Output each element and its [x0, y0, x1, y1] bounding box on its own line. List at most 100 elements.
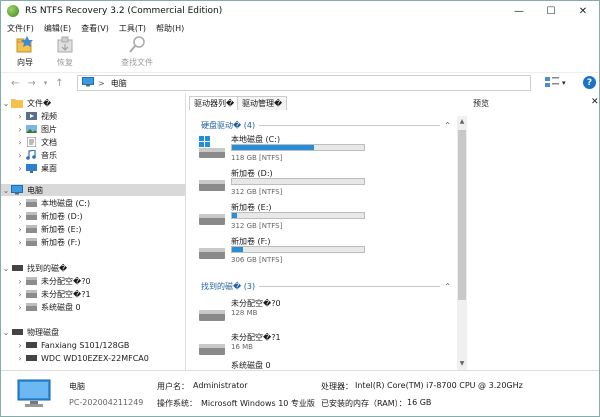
wizard-button[interactable]: 向导 — [7, 35, 43, 68]
scroll-down-arrow-icon[interactable]: ▼ — [457, 360, 467, 368]
found-item-system-disk[interactable]: 系统磁盘 0 — [199, 360, 379, 370]
chevron-down-icon[interactable]: ⌄ — [1, 99, 11, 108]
usage-bar — [231, 246, 365, 253]
ram-label: 已安装的内存（RAM）： — [321, 399, 407, 408]
chevron-up-icon[interactable]: ⌃ — [444, 121, 451, 130]
tree-drive-d[interactable]: › 新加卷 (D:) — [1, 210, 185, 222]
tree-found-unalloc-0[interactable]: › 未分配空�?0 — [1, 275, 185, 287]
tree-item-pictures[interactable]: › 图片 — [1, 123, 185, 135]
found-item-unalloc-0[interactable]: 未分配空�?0 128 MB — [199, 298, 379, 332]
tree-item-music[interactable]: › 音乐 — [1, 149, 185, 161]
dropdown-chevron-icon[interactable]: ▾ — [44, 79, 48, 87]
chevron-right-icon[interactable]: › — [15, 125, 25, 134]
chevron-right-icon[interactable]: › — [15, 303, 25, 312]
disk-icon — [25, 353, 37, 363]
forward-arrow-icon[interactable]: → — [27, 78, 35, 89]
chevron-right-icon[interactable]: › — [15, 225, 25, 234]
scroll-thumb[interactable] — [458, 130, 466, 300]
drive-size: 128 MB — [231, 309, 258, 317]
os-value: Microsoft Windows 10 专业版 — [201, 399, 315, 408]
usage-bar — [231, 212, 365, 219]
close-button[interactable]: ✕ — [567, 1, 599, 21]
address-bar[interactable]: > 电脑 — [77, 75, 531, 91]
chevron-up-icon[interactable]: ⌃ — [444, 282, 451, 291]
tree-node-files[interactable]: ⌄ 文件� — [1, 97, 185, 109]
chevron-down-icon[interactable]: ⌄ — [1, 328, 11, 337]
folder-icon — [11, 98, 23, 108]
find-files-button[interactable]: 查找文件 — [107, 35, 167, 68]
desktop-icon — [25, 163, 37, 173]
chevron-right-icon[interactable]: › — [15, 138, 25, 147]
chevron-right-icon[interactable]: › — [15, 290, 25, 299]
drive-item-d[interactable]: 新加卷 (D:) 312 GB [NTFS] — [199, 168, 379, 202]
hard-drive-icon — [25, 237, 37, 247]
up-arrow-icon[interactable]: ↑ — [55, 78, 63, 89]
scroll-up-arrow-icon[interactable]: ▲ — [457, 118, 467, 126]
menu-tools[interactable]: 工具(T) — [119, 23, 146, 34]
video-icon — [25, 111, 37, 121]
back-arrow-icon[interactable]: ← — [11, 78, 19, 89]
chevron-right-icon[interactable]: › — [15, 238, 25, 247]
tab-drive-manager[interactable]: 驱动管理� — [237, 96, 288, 110]
tab-drive-list[interactable]: 驱动器列� — [189, 96, 240, 110]
maximize-button[interactable]: ☐ — [535, 1, 567, 21]
chevron-right-icon[interactable]: › — [15, 341, 25, 350]
ram-value: 16 GB — [407, 398, 432, 407]
section-divider — [259, 285, 441, 287]
hard-drive-icon — [25, 224, 37, 234]
title-bar[interactable]: RS NTFS Recovery 3.2 (Commercial Edition… — [1, 1, 599, 21]
disk-icon — [25, 340, 37, 350]
tree-item-desktop[interactable]: › 桌面 — [1, 162, 185, 174]
tree-drive-f[interactable]: › 新加卷 (F:) — [1, 236, 185, 248]
tree-found-unalloc-1[interactable]: › 未分配空�?1 — [1, 288, 185, 300]
drive-item-c[interactable]: 本地磁盘 (C:) 118 GB [NTFS] — [199, 134, 379, 168]
nav-arrows: ← → ▾ ↑ — [1, 78, 79, 89]
music-icon — [25, 150, 37, 160]
menu-view[interactable]: 查看(V) — [81, 23, 109, 34]
section-found-disks[interactable]: 找到的磁� (3) ⌃ — [201, 281, 451, 291]
cpu-value: Intel(R) Core(TM) i7-8700 CPU @ 3.20GHz — [355, 381, 523, 390]
windows-drive-icon — [199, 136, 225, 158]
drive-item-e[interactable]: 新加卷 (E:) 312 GB [NTFS] — [199, 202, 379, 236]
minimize-button[interactable]: — — [503, 1, 535, 21]
tree-item-videos[interactable]: › 视频 — [1, 110, 185, 122]
tree-drive-e[interactable]: › 新加卷 (E:) — [1, 223, 185, 235]
tree-node-physical-disks[interactable]: ⌄ 物理磁盘 — [1, 326, 185, 338]
app-logo-icon — [7, 5, 19, 17]
hard-drive-icon — [199, 308, 225, 322]
menu-file[interactable]: 文件(F) — [7, 23, 34, 34]
os-label: 操作系统： — [157, 399, 197, 408]
vertical-scrollbar[interactable]: ▲ ▼ — [457, 116, 467, 370]
hard-drive-icon — [199, 246, 225, 260]
restore-button[interactable]: 恢复 — [47, 35, 83, 68]
chevron-right-icon[interactable]: › — [15, 354, 25, 363]
tree-found-system-disk[interactable]: › 系统磁盘 0 — [1, 301, 185, 313]
section-hard-drives[interactable]: 硬盘驱动� (4) ⌃ — [201, 120, 451, 130]
tree-node-computer[interactable]: ⌄ 电脑 — [1, 184, 185, 196]
menu-edit[interactable]: 编辑(E) — [44, 23, 71, 34]
tree-physical-fanxiang[interactable]: › Fanxiang S101/128GB — [1, 339, 185, 351]
help-icon[interactable]: ? — [583, 76, 596, 89]
chevron-right-icon[interactable]: › — [15, 212, 25, 221]
picture-icon — [25, 124, 37, 134]
chevron-right-icon[interactable]: › — [15, 164, 25, 173]
menu-help[interactable]: 帮助(H) — [156, 23, 184, 34]
tree-drive-c[interactable]: › 本地磁盘 (C:) — [1, 197, 185, 209]
usage-fill — [232, 247, 243, 252]
hard-drive-icon — [25, 276, 37, 286]
drive-size: 312 GB [NTFS] — [231, 188, 283, 196]
chevron-right-icon[interactable]: › — [15, 277, 25, 286]
chevron-down-icon[interactable]: ⌄ — [1, 186, 11, 195]
chevron-right-icon[interactable]: › — [15, 112, 25, 121]
usage-bar — [231, 144, 365, 151]
tree-node-found-disks[interactable]: ⌄ 找到的磁� — [1, 262, 185, 274]
tree-item-documents[interactable]: › 文档 — [1, 136, 185, 148]
chevron-right-icon[interactable]: › — [15, 151, 25, 160]
preview-close-icon[interactable]: ✕ — [591, 97, 599, 107]
drive-item-f[interactable]: 新加卷 (F:) 306 GB [NTFS] — [199, 236, 379, 270]
chevron-right-icon[interactable]: › — [15, 199, 25, 208]
hard-drive-icon — [199, 342, 225, 356]
tree-physical-wdc[interactable]: › WDC WD10EZEX-22MFCA0 — [1, 352, 185, 364]
chevron-down-icon[interactable]: ⌄ — [1, 264, 11, 273]
view-mode-button[interactable]: ▾ — [545, 77, 573, 89]
